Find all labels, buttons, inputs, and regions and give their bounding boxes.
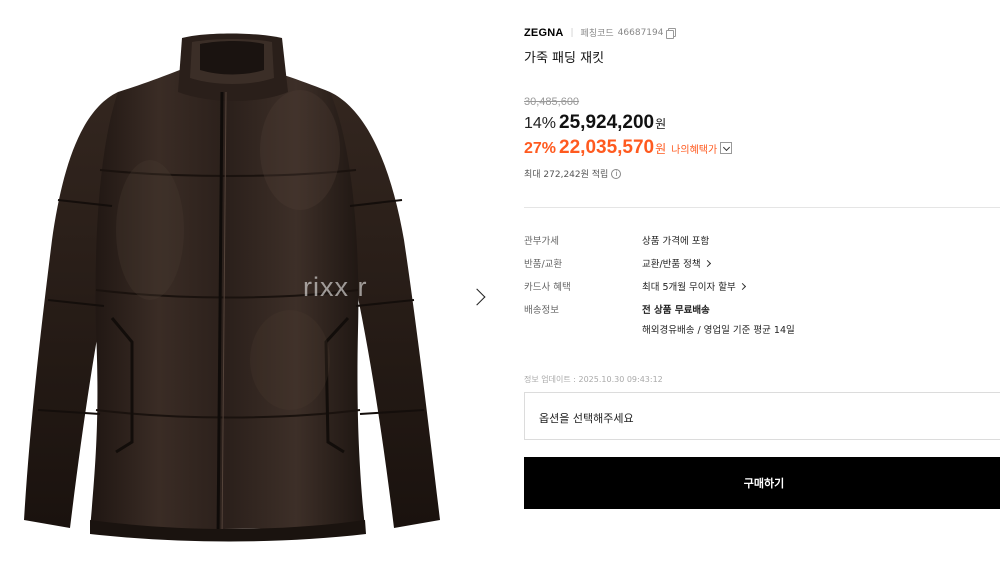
best-currency-unit: 원 xyxy=(655,142,667,156)
spec-label: 카드사 혜택 xyxy=(524,282,571,293)
watermark-text: rixx r xyxy=(303,272,368,302)
reward-points-text: 최대 272,242원 적립 xyxy=(524,170,609,180)
info-icon[interactable]: i xyxy=(611,168,622,179)
product-image xyxy=(24,33,440,542)
product-image-gallery: rixx r xyxy=(0,0,500,568)
buy-button-label: 구매하기 xyxy=(743,478,785,490)
sale-price: 25,924,200 xyxy=(559,112,655,133)
spec-label: 관부가세 xyxy=(524,236,559,247)
sale-price-row: 14% 25,924,200 원 xyxy=(524,112,666,134)
best-discount-percent: 27% xyxy=(524,140,557,157)
product-code-label: 페칭코드 xyxy=(580,29,614,39)
discount-percent: 14% xyxy=(524,115,557,132)
brand-row: ZEGNA | 페칭코드 46687194 xyxy=(524,26,677,39)
product-code-value: 46687194 xyxy=(617,27,664,38)
option-placeholder: 옵션을 선택해주세요 xyxy=(539,412,634,425)
divider-bar: | xyxy=(570,27,574,38)
spec-label: 반품/교환 xyxy=(524,259,563,270)
product-info-panel: ZEGNA | 페칭코드 46687194 가죽 패딩 재킷 30,485,60… xyxy=(524,0,1000,568)
currency-unit: 원 xyxy=(655,117,667,131)
chevron-right-icon xyxy=(703,259,711,268)
return-policy-link[interactable]: 교환/반품 정책 xyxy=(642,256,711,270)
buy-button[interactable]: 구매하기 xyxy=(524,457,1000,509)
best-price: 22,035,570 xyxy=(559,137,655,158)
product-title: 가죽 패딩 재킷 xyxy=(524,51,605,66)
section-divider xyxy=(524,207,1000,208)
original-price: 30,485,600 xyxy=(524,96,580,108)
spec-value: 상품 가격에 포함 xyxy=(642,236,710,247)
chevron-down-icon[interactable] xyxy=(720,142,733,154)
copy-icon[interactable] xyxy=(666,27,677,39)
spec-value: 전 상품 무료배송 xyxy=(642,305,710,316)
reward-points: 최대 272,242원 적립 i xyxy=(524,167,622,180)
option-select[interactable]: 옵션을 선택해주세요 xyxy=(524,392,1000,440)
chevron-right-icon xyxy=(738,282,746,291)
info-updated-timestamp: 정보 업데이트 : 2025.10.30 09:43:12 xyxy=(524,375,663,384)
spec-value-detail: 해외경유배송 / 영업일 기준 평균 14일 xyxy=(642,325,795,336)
best-price-row: 27% 22,035,570 원 나의혜택가 xyxy=(524,137,733,159)
chevron-right-icon[interactable] xyxy=(468,286,490,310)
brand-name[interactable]: ZEGNA xyxy=(524,27,564,39)
my-benefit-price-link[interactable]: 나의혜택가 xyxy=(671,141,717,156)
card-benefit-link[interactable]: 최대 5개월 무이자 할부 xyxy=(642,279,746,293)
spec-label: 배송정보 xyxy=(524,305,559,316)
